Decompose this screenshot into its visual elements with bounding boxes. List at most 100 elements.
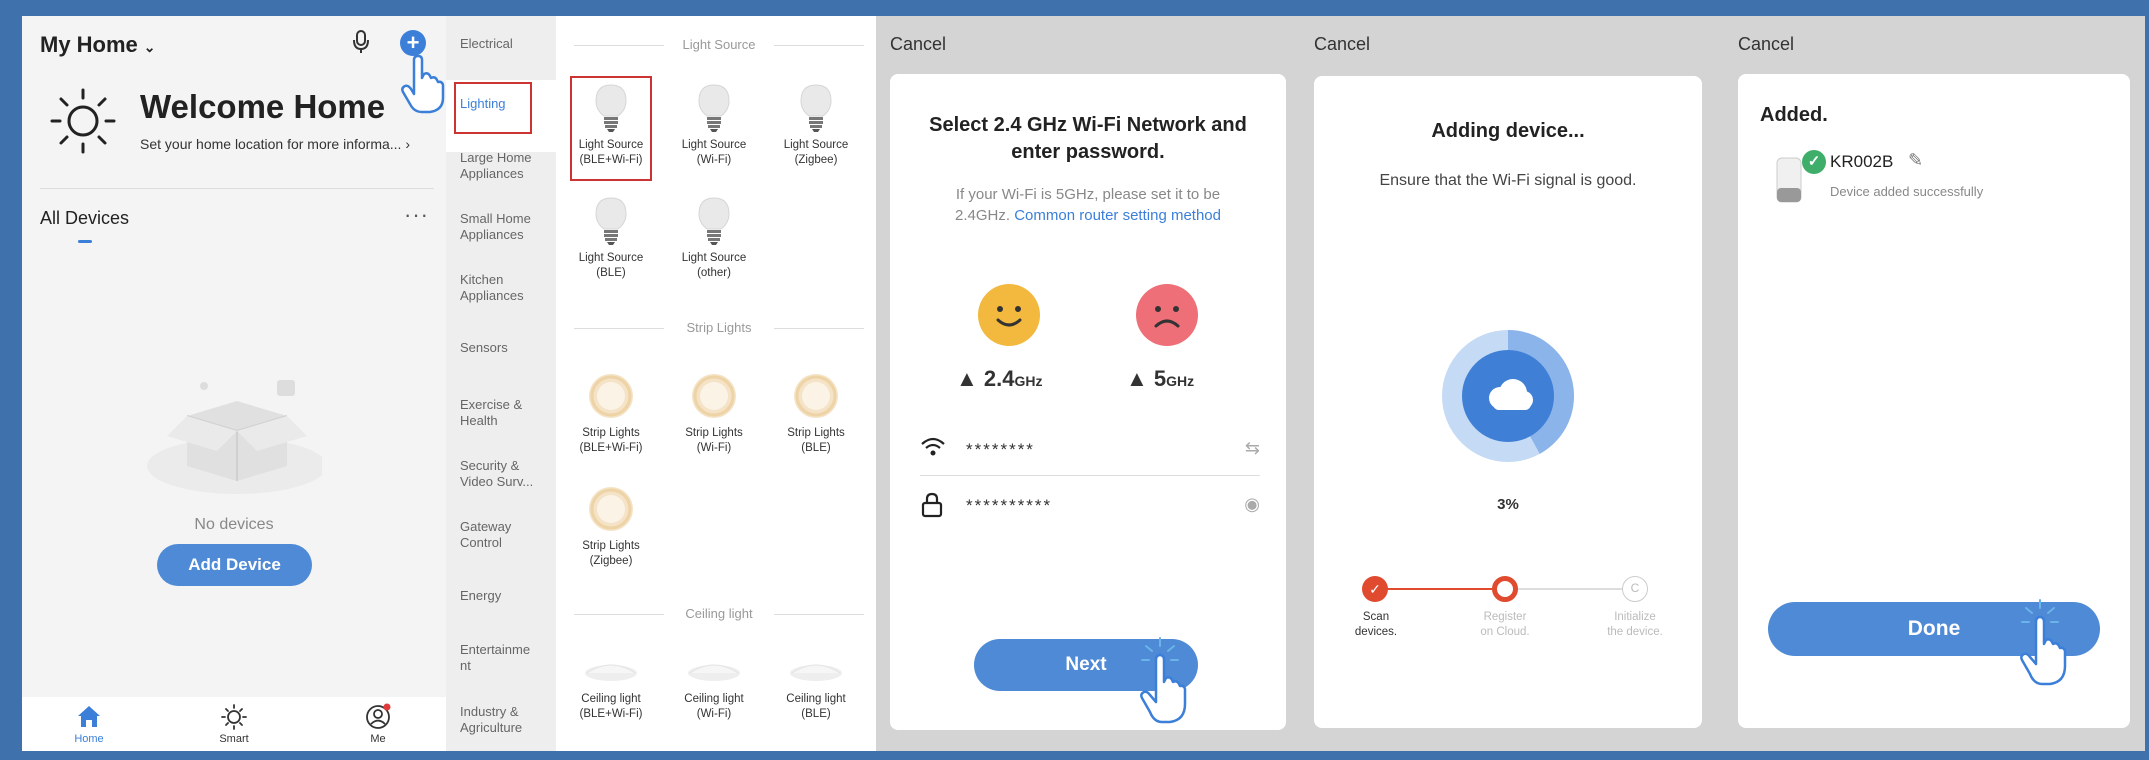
product-item[interactable]: Light Source (Wi-Fi) — [664, 78, 764, 168]
product-item[interactable]: Strip Lights (Wi-Fi) — [664, 366, 764, 456]
category-industry-agriculture[interactable]: Industry & Agriculture — [460, 704, 552, 736]
edit-pencil-icon[interactable]: ✎ — [1908, 150, 1923, 171]
password-field[interactable]: ********** ◉ — [920, 480, 1260, 532]
category-gateway-control[interactable]: Gateway Control — [460, 519, 552, 551]
category-electrical[interactable]: Electrical — [460, 36, 552, 52]
bulb-icon — [561, 191, 661, 251]
category-lighting[interactable]: Lighting — [460, 96, 552, 112]
tab-home[interactable]: Home — [44, 703, 134, 745]
category-small-home-appliances[interactable]: Small Home Appliances — [460, 211, 552, 243]
wifi-hint-line: 2.4GHz. — [955, 207, 1011, 224]
wifi-title: Select 2.4 GHz Wi-Fi Network and enter pa… — [890, 112, 1286, 166]
tab-smart[interactable]: Smart — [189, 703, 279, 745]
step-done-icon: ✓ — [1362, 576, 1388, 602]
band-5g-label: ▲ 5GHz — [1126, 366, 1194, 392]
sun-icon — [189, 703, 279, 733]
category-large-home-appliances[interactable]: Large Home Appliances — [460, 150, 552, 182]
item-sublabel: (Wi-Fi) — [696, 154, 732, 166]
product-item[interactable]: Strip Lights (BLE+Wi-Fi) — [561, 366, 661, 456]
wifi-title-line: enter password. — [1011, 141, 1165, 163]
show-password-icon[interactable]: ◉ — [1244, 494, 1260, 515]
device-thumbnail-icon — [1774, 156, 1804, 209]
product-item[interactable]: Light Source (other) — [664, 191, 764, 281]
category-exercise-health[interactable]: Exercise & Health — [460, 397, 552, 429]
wifi-hint: If your Wi-Fi is 5GHz, please set it to … — [890, 184, 1286, 226]
product-item[interactable]: Strip Lights (Zigbee) — [561, 479, 661, 569]
strip-light-icon — [664, 366, 764, 426]
item-sublabel: (BLE+Wi-Fi) — [579, 708, 643, 720]
category-kitchen-appliances[interactable]: Kitchen Appliances — [460, 272, 552, 304]
category-sensors[interactable]: Sensors — [460, 340, 552, 356]
item-label: Light Source — [783, 139, 849, 151]
welcome-heading: Welcome Home — [140, 88, 386, 125]
more-options-icon[interactable]: ··· — [404, 202, 429, 228]
step-label-line: Scan — [1362, 611, 1390, 623]
item-label: Ceiling light — [786, 693, 846, 705]
step-label-line: Register — [1483, 611, 1527, 623]
section-title: Strip Lights — [574, 320, 864, 335]
product-item[interactable]: Ceiling light (Wi-Fi) — [664, 648, 764, 722]
product-item[interactable]: Ceiling light (BLE) — [766, 648, 866, 722]
added-card: Added. ✓ KR002B ✎ Device added successfu… — [1738, 74, 2130, 728]
wifi-icon — [920, 436, 946, 463]
microphone-icon[interactable] — [352, 30, 370, 60]
device-added-message: Device added successfully — [1830, 184, 1984, 199]
progress-steps: ✓ C Scan devices. Register on Cloud. Initi… — [1354, 574, 1674, 654]
adding-title: Adding device... — [1431, 120, 1585, 142]
router-icon: ▲ — [956, 366, 978, 391]
switch-network-icon[interactable]: ⇆ — [1245, 438, 1260, 459]
home-selector[interactable]: My Home ⌄ — [40, 32, 156, 58]
cancel-button[interactable]: Cancel — [1738, 34, 1794, 55]
wifi-card: Select 2.4 GHz Wi-Fi Network and enter pa… — [890, 74, 1286, 730]
adding-device-screen: Cancel Adding device... Ensure that the … — [1300, 16, 1724, 751]
product-item[interactable]: Light Source (BLE) — [561, 191, 661, 281]
home-location-text: Set your home location for more informa.… — [140, 136, 402, 152]
product-item[interactable]: Ceiling light (BLE+Wi-Fi) — [561, 648, 661, 722]
cancel-button[interactable]: Cancel — [890, 34, 946, 55]
device-added-screen: Cancel Added. ✓ KR002B ✎ Device added su… — [1724, 16, 2145, 751]
item-sublabel: (BLE+Wi-Fi) — [579, 154, 643, 166]
category-energy[interactable]: Energy — [460, 588, 552, 604]
item-label: Light Source — [578, 139, 644, 151]
item-label: Strip Lights — [787, 427, 845, 439]
step-label: Register on Cloud. — [1465, 610, 1545, 640]
category-security[interactable]: Security & Video Surv... — [460, 458, 552, 490]
product-item[interactable]: Light Source (BLE+Wi-Fi) — [561, 78, 661, 168]
progress-percent: 3% — [1497, 496, 1519, 513]
step-label: Scan devices. — [1336, 610, 1416, 640]
item-label: Ceiling light — [581, 693, 641, 705]
home-screen: My Home ⌄ + Welcome Home Set your home lo… — [22, 16, 446, 751]
bulb-icon — [561, 78, 661, 138]
pointing-hand-icon — [1130, 632, 1200, 737]
empty-state-text: No devices — [194, 516, 274, 533]
product-item[interactable]: Light Source (Zigbee) — [766, 78, 866, 168]
empty-box-illustration — [142, 356, 327, 501]
ceiling-light-icon — [766, 648, 866, 692]
step-label-line: Initialize — [1614, 611, 1656, 623]
tab-me[interactable]: Me — [333, 703, 423, 745]
all-devices-tab[interactable]: All Devices — [40, 208, 129, 229]
item-sublabel: (Wi-Fi) — [696, 442, 732, 454]
item-label: Strip Lights — [582, 427, 640, 439]
check-icon: ✓ — [1802, 150, 1826, 174]
chevron-down-icon: ⌄ — [143, 39, 156, 55]
home-location-link[interactable]: Set your home location for more informa.… — [140, 136, 410, 152]
step-line-pending — [1506, 588, 1626, 590]
tab-label: Home — [74, 733, 104, 745]
step-label: Initialize the device. — [1595, 610, 1675, 640]
band-value: 5 — [1153, 366, 1167, 391]
add-plus-button[interactable]: + — [400, 30, 426, 56]
divider — [40, 188, 434, 189]
active-tab-indicator — [78, 240, 92, 243]
router-settings-link[interactable]: Common router setting method — [1014, 207, 1221, 224]
add-device-button[interactable]: Add Device — [157, 544, 312, 586]
item-sublabel: (Wi-Fi) — [696, 708, 732, 720]
ssid-field[interactable]: ******** ⇆ — [920, 424, 1260, 476]
added-title: Added. — [1760, 104, 1828, 126]
product-item[interactable]: Strip Lights (BLE) — [766, 366, 866, 456]
item-sublabel: (other) — [697, 267, 731, 279]
cancel-button[interactable]: Cancel — [1314, 34, 1370, 55]
category-entertainment[interactable]: Entertainme nt — [460, 642, 540, 674]
bulb-icon — [664, 78, 764, 138]
bulb-icon — [766, 78, 866, 138]
